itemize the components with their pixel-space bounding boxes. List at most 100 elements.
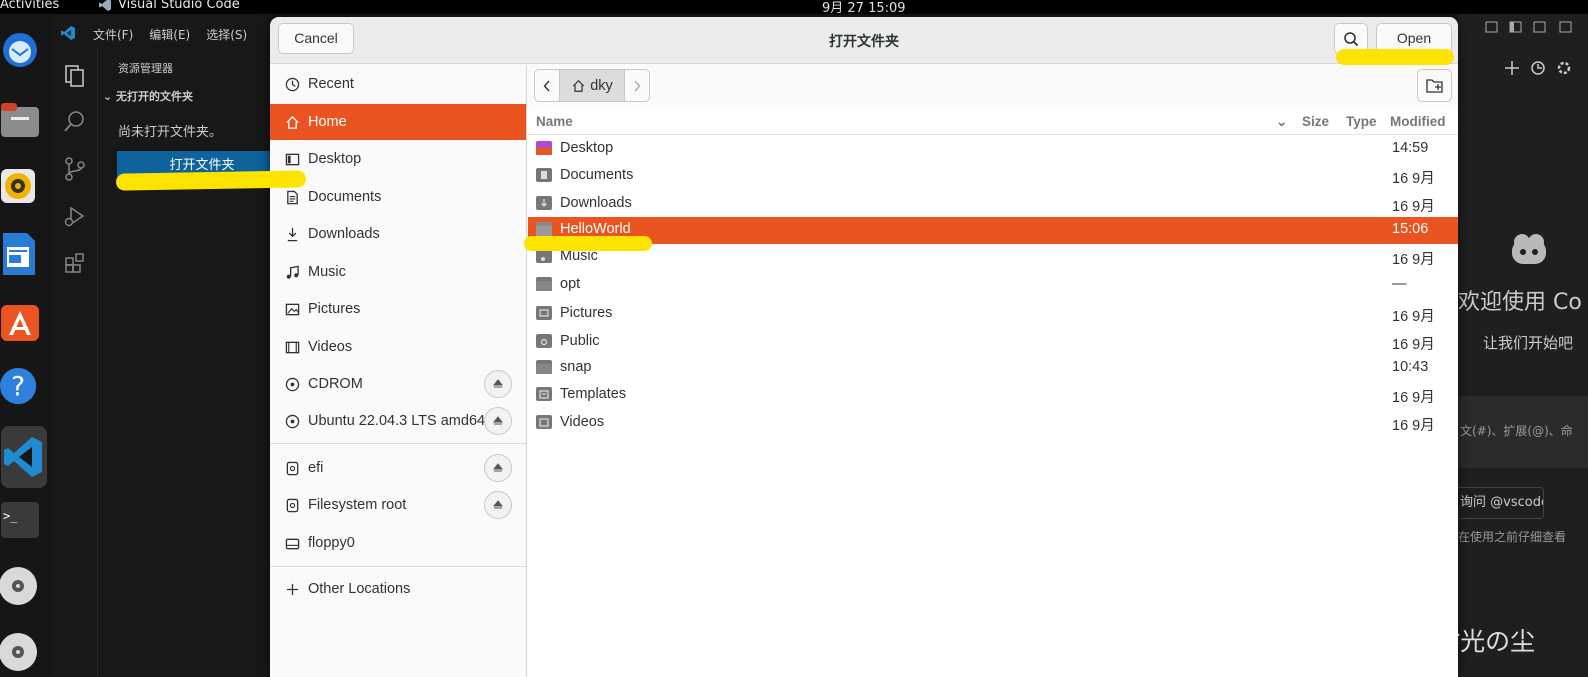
place-downloads[interactable]: Downloads [270, 216, 526, 252]
column-modified[interactable]: Modified [1390, 114, 1446, 129]
chat-hint-text: 在使用之前仔细查看 [1458, 530, 1567, 544]
dock-writer[interactable] [0, 232, 40, 276]
dock-rhythmbox[interactable] [0, 164, 40, 208]
place-home[interactable]: Home [270, 104, 526, 140]
svg-text:?: ? [11, 372, 25, 403]
run-debug-icon[interactable] [62, 203, 88, 229]
vscode-logo-icon [61, 26, 75, 40]
folder-public-icon [536, 334, 552, 348]
file-row[interactable]: Public 16 9月 [528, 329, 1458, 356]
copilot-icon [1512, 234, 1546, 264]
file-row[interactable]: Pictures 16 9月 [528, 301, 1458, 328]
column-type[interactable]: Type [1346, 114, 1377, 129]
file-modified: 15:06 [1392, 221, 1429, 237]
place-videos[interactable]: Videos [270, 329, 526, 365]
folder-videos-icon [536, 415, 552, 429]
dock-thunderbird[interactable] [0, 28, 40, 72]
vscode-welcome-panel: 欢迎使用 Co 让我们开始吧 文(#)、扩展(@)、命 询问 @vscode 在… [1458, 14, 1588, 677]
places-sidebar: Recent Home Desktop Documents Downloads … [270, 65, 527, 677]
path-forward-button[interactable] [624, 70, 649, 101]
file-list: Name ⌄ Size Type Modified Desktop 14:59 … [528, 109, 1458, 677]
column-size[interactable]: Size [1302, 114, 1329, 129]
chevron-right-icon [634, 80, 641, 91]
ask-vscode-button[interactable]: 询问 @vscode [1458, 487, 1544, 519]
writer-icon [3, 233, 35, 275]
dock-help[interactable]: ? [0, 364, 40, 408]
menu-edit[interactable]: 编辑(E) [149, 26, 190, 43]
extensions-icon[interactable] [62, 250, 88, 276]
dock-terminal[interactable]: >_ [0, 498, 40, 542]
place-efi[interactable]: efi [270, 450, 526, 486]
ubuntu-dock: ? >_ [0, 14, 52, 677]
file-name: Documents [560, 167, 634, 183]
place-pictures[interactable]: Pictures [270, 291, 526, 327]
no-folder-section-header[interactable]: ⌄ 无打开的文件夹 [103, 88, 193, 104]
search-icon[interactable] [62, 109, 88, 135]
file-row[interactable]: opt — [528, 272, 1458, 299]
new-folder-icon [1426, 79, 1443, 93]
source-control-icon[interactable] [62, 156, 88, 182]
dock-vscode[interactable] [1, 426, 47, 488]
place-cdrom[interactable]: CDROM [270, 366, 526, 402]
place-documents[interactable]: Documents [270, 179, 526, 215]
place-filesystem-root[interactable]: Filesystem root [270, 487, 526, 523]
file-row-selected[interactable]: HelloWorld 15:06 [528, 217, 1458, 244]
file-name: Pictures [560, 305, 613, 321]
toolbar-icons[interactable] [1504, 60, 1588, 76]
place-other-locations[interactable]: Other Locations [270, 571, 526, 607]
file-name: Downloads [560, 195, 632, 211]
menu-file[interactable]: 文件(F) [93, 26, 133, 43]
place-recent[interactable]: Recent [270, 66, 526, 102]
place-floppy0[interactable]: floppy0 [270, 525, 526, 561]
cancel-button[interactable]: Cancel [278, 23, 354, 54]
path-segment-home[interactable]: dky [560, 70, 624, 101]
path-back-button[interactable] [535, 70, 560, 101]
eject-icon [493, 416, 503, 425]
file-name: opt [560, 276, 581, 292]
file-row[interactable]: Videos 16 9月 [528, 410, 1458, 437]
eject-button[interactable] [484, 370, 512, 398]
vscode-activity-bar [52, 48, 98, 677]
menu-selection[interactable]: 选择(S) [206, 26, 247, 43]
new-folder-button[interactable] [1417, 69, 1452, 102]
place-desktop[interactable]: Desktop [270, 141, 526, 177]
place-label: Documents [308, 189, 382, 205]
search-icon [1344, 31, 1359, 46]
rhythmbox-icon [1, 169, 35, 203]
dock-disc-1[interactable] [0, 564, 40, 608]
dock-disc-2[interactable] [0, 630, 40, 674]
highlight-marker [524, 236, 652, 251]
no-folder-message: 尚未打开文件夹。 [118, 125, 223, 140]
folder-downloads-icon [536, 196, 552, 210]
file-row[interactable]: Music 16 9月 [528, 244, 1458, 271]
dock-app-center[interactable] [0, 298, 40, 342]
place-music[interactable]: Music [270, 254, 526, 290]
eject-button[interactable] [484, 454, 512, 482]
dialog-header-bar: Cancel 打开文件夹 Open [270, 17, 1458, 64]
svg-text:>_: >_ [3, 509, 18, 523]
file-row[interactable]: Downloads 16 9月 [528, 191, 1458, 218]
explorer-icon[interactable] [62, 62, 88, 88]
activities-button[interactable]: Activities [0, 0, 59, 12]
file-row[interactable]: Documents 16 9月 [528, 163, 1458, 190]
places-separator [270, 443, 526, 444]
eject-button[interactable] [484, 407, 512, 435]
file-row[interactable]: snap 10:43 [528, 355, 1458, 382]
file-row[interactable]: Templates 16 9月 [528, 382, 1458, 409]
eject-icon [493, 500, 503, 509]
chat-input[interactable]: 文(#)、扩展(@)、命 [1458, 396, 1588, 468]
place-label: Home [308, 114, 347, 130]
optical-disc-icon [0, 567, 37, 605]
focused-app-menu[interactable]: Visual Studio Code [98, 0, 240, 12]
eject-button[interactable] [484, 491, 512, 519]
place-label: Downloads [308, 226, 380, 242]
dock-files[interactable] [0, 98, 40, 142]
column-name[interactable]: Name [536, 114, 573, 129]
terminal-icon: >_ [1, 502, 39, 538]
home-icon [573, 79, 585, 92]
place-label: Videos [308, 339, 353, 355]
place-ubuntu-iso[interactable]: Ubuntu 22.04.3 LTS amd64 [270, 403, 526, 439]
file-row[interactable]: Desktop 14:59 [528, 136, 1458, 163]
place-label: Desktop [308, 151, 362, 167]
app-center-icon [1, 305, 39, 341]
